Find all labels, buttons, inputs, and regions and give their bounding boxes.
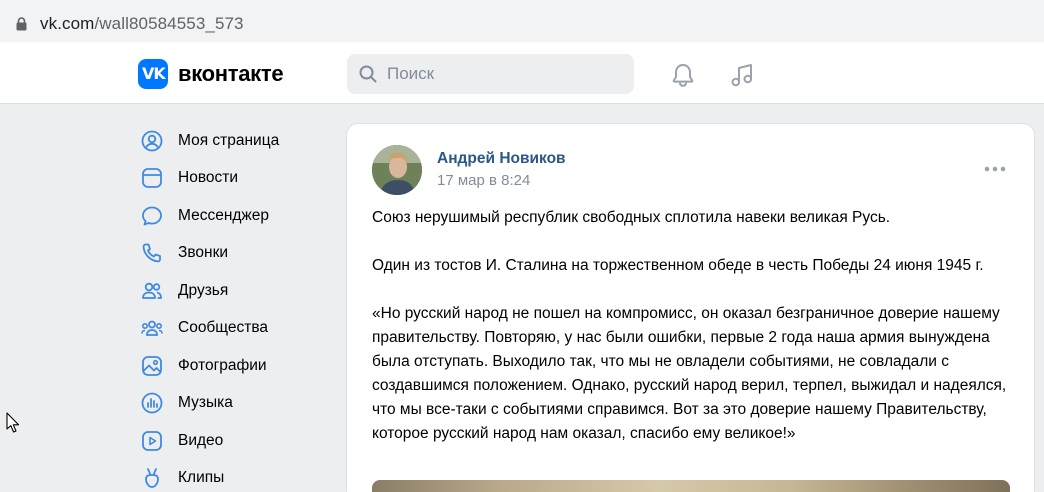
- vk-logo-icon: VK: [138, 59, 168, 89]
- wall-post: Андрей Новиков 17 мар в 8:24 Союз неруши…: [346, 123, 1035, 492]
- nav-label: Новости: [178, 169, 239, 187]
- search-icon: [359, 65, 377, 83]
- post-paragraph: Один из тостов И. Сталина на торжественн…: [372, 257, 984, 274]
- nav-label: Мессенджер: [178, 206, 270, 224]
- nav-item-news[interactable]: Новости: [138, 160, 338, 198]
- mouse-cursor-icon: [6, 412, 20, 433]
- nav-item-friends[interactable]: Друзья: [138, 272, 338, 310]
- browser-address-bar: vk.com/wall80584553_573: [0, 0, 1044, 42]
- nav-label: Фотографии: [178, 356, 267, 374]
- nav-item-video[interactable]: Видео: [138, 422, 338, 460]
- music-note-icon[interactable]: [729, 62, 755, 88]
- clips-icon: [138, 464, 166, 492]
- search-input[interactable]: [387, 64, 607, 84]
- left-nav: Моя страница Новости Мессенджер Звонки Д…: [138, 122, 338, 492]
- nav-item-clips[interactable]: Клипы: [138, 460, 338, 492]
- news-icon: [138, 164, 166, 192]
- post-author[interactable]: Андрей Новиков: [437, 150, 566, 168]
- post-text: Союз нерушимый республик свободных сплот…: [372, 206, 1017, 470]
- lock-icon: [16, 17, 27, 31]
- avatar-photo: [372, 145, 422, 195]
- nav-item-photos[interactable]: Фотографии: [138, 347, 338, 385]
- nav-item-messenger[interactable]: Мессенджер: [138, 197, 338, 235]
- more-options-icon[interactable]: [983, 164, 1007, 174]
- nav-item-calls[interactable]: Звонки: [138, 235, 338, 273]
- vk-logo-text: вконтакте: [178, 61, 284, 86]
- url-field[interactable]: vk.com/wall80584553_573: [0, 4, 1044, 36]
- nav-item-music[interactable]: Музыка: [138, 385, 338, 423]
- search-box[interactable]: [347, 54, 634, 94]
- author-avatar[interactable]: [372, 145, 422, 195]
- nav-label: Сообщества: [178, 319, 269, 337]
- post-photo[interactable]: [372, 480, 1010, 492]
- nav-label: Друзья: [178, 281, 229, 299]
- nav-label: Звонки: [178, 244, 229, 262]
- nav-label: Музыка: [178, 394, 233, 412]
- vk-logo[interactable]: VK вконтакте: [138, 59, 284, 89]
- video-icon: [138, 427, 166, 455]
- communities-icon: [138, 314, 166, 342]
- friends-icon: [138, 277, 166, 305]
- music-icon: [138, 389, 166, 417]
- vk-logo-mark: VK: [142, 64, 166, 83]
- post-paragraph: Союз нерушимый республик свободных сплот…: [372, 209, 891, 226]
- site-header: VK вконтакте: [0, 42, 1044, 104]
- message-icon: [138, 202, 166, 230]
- nav-item-my-page[interactable]: Моя страница: [138, 122, 338, 160]
- phone-icon: [138, 239, 166, 267]
- bell-icon[interactable]: [670, 62, 696, 88]
- photo-icon: [138, 352, 166, 380]
- post-date[interactable]: 17 мар в 8:24: [437, 172, 530, 189]
- post-paragraph: «Но русский народ не пошел на компромисс…: [372, 305, 1007, 442]
- url-text[interactable]: vk.com/wall80584553_573: [40, 14, 244, 34]
- nav-label: Видео: [178, 431, 224, 449]
- url-path: /wall80584553_573: [94, 14, 244, 33]
- nav-label: Клипы: [178, 469, 225, 487]
- nav-item-communities[interactable]: Сообщества: [138, 310, 338, 348]
- user-circle-icon: [138, 127, 166, 155]
- url-host: vk.com: [40, 14, 95, 33]
- nav-label: Моя страница: [178, 131, 280, 149]
